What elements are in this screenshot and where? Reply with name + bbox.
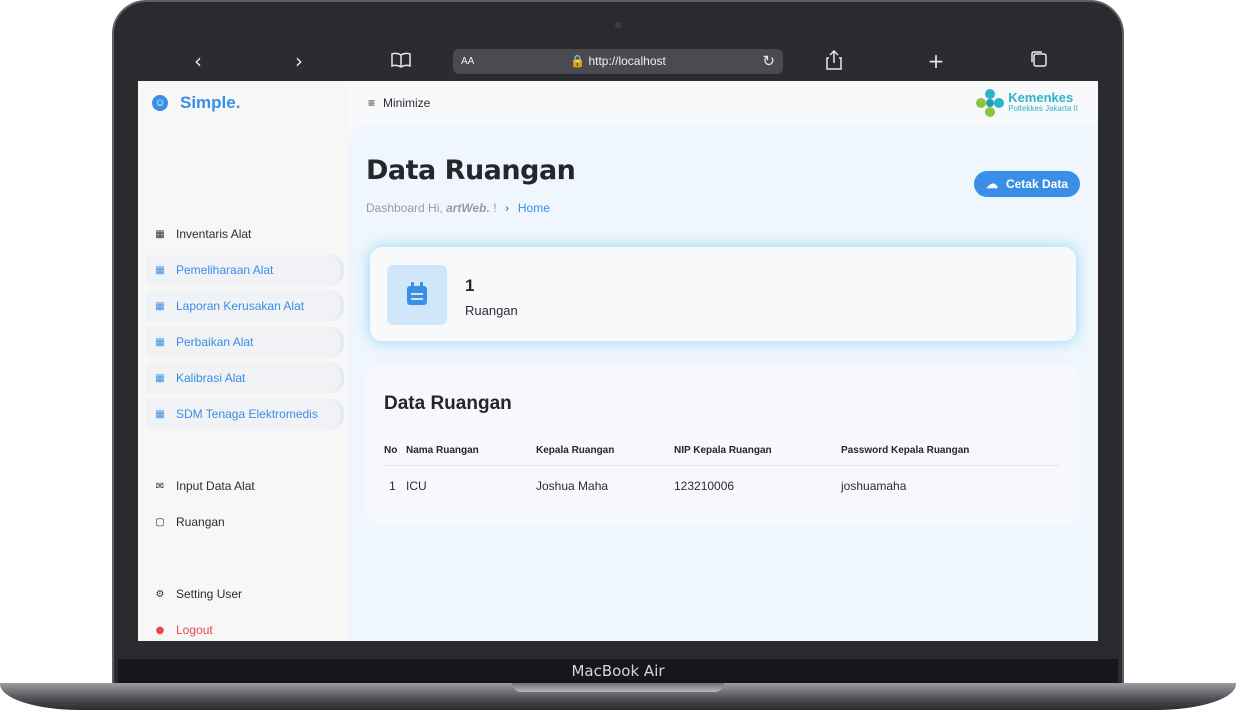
sidebar-item-sdm-tenaga-elektromedis[interactable]: ▦ SDM Tenaga Elektromedis — [146, 399, 344, 429]
power-icon: ● — [155, 624, 165, 636]
sidebar-item-label: Setting User — [176, 587, 243, 601]
cetak-data-label: Cetak Data — [1005, 177, 1068, 191]
stat-value: 1 — [465, 276, 475, 295]
grid-icon: ▦ — [155, 372, 165, 384]
brand[interactable]: ☺ Simple. — [152, 93, 240, 113]
sidebar-item-inventaris-alat[interactable]: ▦ Inventaris Alat — [146, 219, 344, 249]
minimize-button[interactable]: ≡ Minimize — [368, 96, 430, 110]
grid-icon: ▦ — [155, 228, 165, 240]
kemenkes-logo: Kemenkes Poltekkes Jakarta II — [975, 88, 1078, 118]
brand-name: Simple. — [180, 93, 241, 112]
column-header: NIP Kepala Ruangan — [674, 437, 841, 466]
page-title: Data Ruangan — [366, 155, 576, 186]
chevron-right-icon[interactable]: › — [287, 50, 311, 72]
column-header: Kepala Ruangan — [536, 437, 674, 466]
sidebar-item-kalibrasi-alat[interactable]: ▦ Kalibrasi Alat — [146, 363, 344, 393]
logo-subtitle: Poltekkes Jakarta II — [1008, 104, 1078, 113]
grid-icon: ▦ — [155, 300, 165, 312]
screen: ‹ › AA 🔒 http://localhost ↻ + ☺ Simple. … — [138, 41, 1098, 641]
sidebar-item-setting-user[interactable]: ⚙ Setting User — [146, 579, 344, 609]
breadcrumb-greeting: Dashboard Hi, — [366, 201, 443, 215]
grid-icon: ▦ — [155, 264, 165, 276]
smiley-icon: ☺ — [152, 95, 168, 111]
breadcrumb-home-link[interactable]: Home — [518, 201, 550, 215]
breadcrumb-user: artWeb. — [446, 201, 490, 215]
table-title: Data Ruangan — [384, 393, 512, 414]
chat-icon: ▢ — [155, 516, 165, 528]
sidebar-item-label: SDM Tenaga Elektromedis — [176, 407, 318, 421]
chevron-left-icon[interactable]: ‹ — [186, 50, 210, 72]
sidebar-item-laporan-kerusakan-alat[interactable]: ▦ Laporan Kerusakan Alat — [146, 291, 344, 321]
sidebar-item-label: Perbaikan Alat — [176, 335, 254, 349]
reload-icon[interactable]: ↻ — [762, 52, 775, 70]
plus-icon[interactable]: + — [924, 50, 948, 72]
device-model-label: MacBook Air — [571, 662, 665, 680]
hamburger-icon: ≡ — [368, 96, 376, 110]
calendar-icon — [407, 282, 427, 305]
table-cell: Joshua Maha — [536, 479, 609, 494]
sidebar-item-label: Laporan Kerusakan Alat — [176, 299, 305, 313]
url-text: 🔒 http://localhost — [570, 54, 666, 68]
sidebar-item-label: Logout — [176, 623, 213, 637]
table-header-row: No Nama Ruangan Kepala Ruangan NIP Kepal… — [384, 437, 1060, 466]
sidebar: ☺ Simple. ▦ Inventaris Alat ▦ Pemelihara… — [138, 81, 348, 641]
sidebar-item-logout[interactable]: ● Logout — [146, 615, 344, 641]
column-header: Password Kepala Ruangan — [841, 437, 1060, 466]
sidebar-item-label: Kalibrasi Alat — [176, 371, 246, 385]
grid-icon: ▦ — [155, 408, 165, 420]
minimize-label: Minimize — [383, 96, 431, 110]
table-cell: 1 — [389, 479, 396, 494]
sidebar-item-label: Pemeliharaan Alat — [176, 263, 274, 277]
logo-title: Kemenkes — [1008, 90, 1074, 105]
breadcrumb: Dashboard Hi, artWeb. ! › Home — [366, 201, 550, 215]
table-cell: ICU — [406, 479, 427, 494]
camera — [615, 22, 621, 28]
cetak-data-button[interactable]: ☁ Cetak Data — [973, 171, 1080, 197]
column-header: No — [384, 437, 406, 466]
mail-icon: ✉ — [155, 480, 165, 492]
sidebar-item-perbaikan-alat[interactable]: ▦ Perbaikan Alat — [146, 327, 344, 357]
gear-icon: ⚙ — [155, 588, 165, 600]
breadcrumb-suffix: ! — [493, 201, 497, 215]
topbar: ≡ Minimize Kemenkes Poltekkes Jakarta II — [348, 81, 1098, 125]
table-row[interactable]: 1 ICU Joshua Maha 123210006 joshuamaha — [384, 465, 1060, 507]
stat-icon-box — [387, 265, 447, 325]
sidebar-item-label: Ruangan — [176, 515, 225, 529]
kemenkes-logo-mark — [976, 89, 1005, 117]
cloud-download-icon: ☁ — [985, 177, 998, 191]
table-cell: joshuamaha — [841, 479, 907, 494]
column-header: Nama Ruangan — [406, 437, 536, 466]
chevron-right-icon: › — [505, 202, 509, 214]
table-card: Data Ruangan No Nama Ruangan Kepala Ruan… — [366, 365, 1080, 525]
laptop-notch — [512, 683, 724, 692]
url-bar[interactable]: AA 🔒 http://localhost ↻ — [453, 49, 783, 74]
tabs-icon[interactable] — [1027, 50, 1051, 72]
table-cell: 123210006 — [674, 479, 735, 494]
sidebar-item-input-data-alat[interactable]: ✉ Input Data Alat — [146, 471, 344, 501]
book-icon[interactable] — [389, 50, 413, 72]
stat-card-ruangan: 1 Ruangan — [370, 247, 1076, 341]
sidebar-item-ruangan[interactable]: ▢ Ruangan — [146, 507, 344, 537]
sidebar-item-label: Input Data Alat — [176, 479, 255, 493]
grid-icon: ▦ — [155, 336, 165, 348]
browser-toolbar: ‹ › AA 🔒 http://localhost ↻ + — [138, 41, 1098, 81]
stat-label: Ruangan — [465, 303, 518, 318]
sidebar-item-pemeliharaan-alat[interactable]: ▦ Pemeliharaan Alat — [146, 255, 344, 285]
share-icon[interactable] — [822, 49, 846, 74]
ruangan-table: No Nama Ruangan Kepala Ruangan NIP Kepal… — [384, 437, 1060, 507]
sidebar-item-label: Inventaris Alat — [176, 227, 252, 241]
main-content: Data Ruangan Dashboard Hi, artWeb. ! › H… — [348, 125, 1098, 641]
